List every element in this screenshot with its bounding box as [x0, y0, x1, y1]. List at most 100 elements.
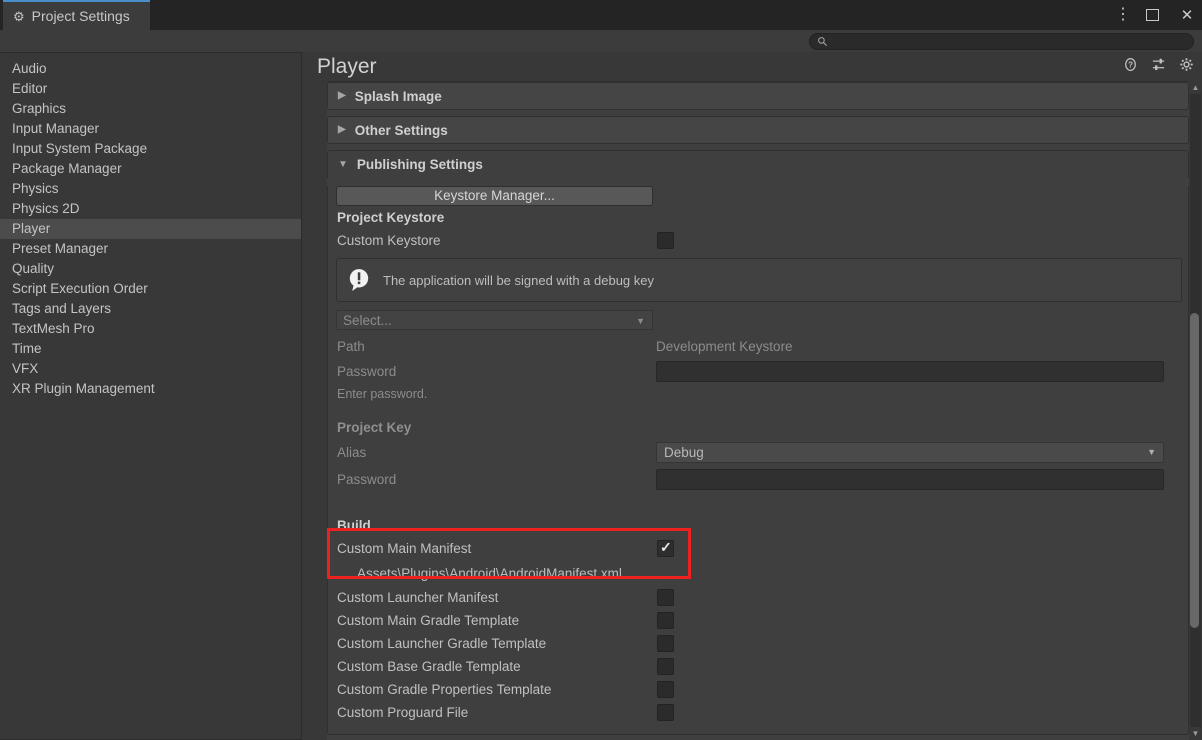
keystore-path-row: Path Development Keystore: [328, 334, 1188, 359]
checkmark-icon: ✓: [660, 539, 672, 555]
custom-proguard-file-row: Custom Proguard File: [328, 701, 1188, 724]
tab-project-settings[interactable]: ⚙ Project Settings: [3, 0, 150, 30]
alias-dropdown[interactable]: Debug ▼: [656, 442, 1164, 463]
gear-icon[interactable]: [1179, 57, 1194, 72]
path-label: Path: [337, 339, 365, 354]
more-options-icon[interactable]: ⋮: [1114, 7, 1132, 23]
svg-text:?: ?: [1128, 61, 1133, 70]
scroll-down-arrow-icon[interactable]: ▼: [1189, 727, 1202, 740]
project-keystore-header: Project Keystore: [337, 210, 445, 225]
gear-icon: ⚙: [13, 8, 25, 24]
keystore-manager-button[interactable]: Keystore Manager...: [336, 186, 653, 206]
sidebar-item-vfx[interactable]: VFX: [0, 359, 301, 379]
page-title: Player: [317, 54, 377, 78]
custom-main-gradle-template-label: Custom Main Gradle Template: [337, 613, 520, 628]
publishing-settings-body: Keystore Manager... Project Keystore Cus…: [327, 186, 1189, 735]
custom-main-manifest-checkbox[interactable]: ✓: [657, 539, 674, 557]
sidebar-item-input-system-package[interactable]: Input System Package: [0, 139, 301, 159]
alias-row: Alias Debug ▼: [328, 440, 1188, 465]
sidebar-item-physics-2d[interactable]: Physics 2D: [0, 199, 301, 219]
custom-launcher-manifest-checkbox[interactable]: [657, 589, 674, 606]
custom-base-gradle-template-checkbox[interactable]: [657, 658, 674, 675]
close-icon[interactable]: ✕: [1178, 8, 1196, 23]
sidebar-item-editor[interactable]: Editor: [0, 79, 301, 99]
custom-launcher-gradle-template-row: Custom Launcher Gradle Template: [328, 632, 1188, 655]
custom-launcher-gradle-template-label: Custom Launcher Gradle Template: [337, 636, 547, 651]
panel-splitter[interactable]: [303, 52, 313, 740]
custom-main-gradle-template-checkbox[interactable]: [657, 612, 674, 629]
info-message: The application will be signed with a de…: [383, 272, 655, 288]
player-settings-pane: Player ? ▶ Splash Image ▶ Other Settings…: [313, 52, 1202, 740]
help-icon[interactable]: ?: [1123, 57, 1138, 72]
sidebar-item-textmesh-pro[interactable]: TextMesh Pro: [0, 319, 301, 339]
custom-proguard-file-label: Custom Proguard File: [337, 705, 469, 720]
scrollbar-thumb[interactable]: [1190, 313, 1199, 628]
debug-key-info-box: The application will be signed with a de…: [336, 258, 1182, 302]
vertical-scrollbar[interactable]: ▲ ▼: [1189, 81, 1202, 740]
custom-main-gradle-template-row: Custom Main Gradle Template: [328, 609, 1188, 632]
custom-launcher-manifest-label: Custom Launcher Manifest: [337, 590, 499, 605]
sidebar-item-script-execution-order[interactable]: Script Execution Order: [0, 279, 301, 299]
alias-value: Debug: [664, 445, 704, 460]
custom-gradle-properties-template-checkbox[interactable]: [657, 681, 674, 698]
chevron-down-icon: ▼: [636, 316, 645, 326]
sidebar-item-time[interactable]: Time: [0, 339, 301, 359]
project-key-header: Project Key: [337, 420, 412, 435]
foldout-other-settings[interactable]: ▶ Other Settings: [327, 116, 1189, 144]
foldout-splash-image[interactable]: ▶ Splash Image: [327, 82, 1189, 110]
inspector-content: ▶ Splash Image ▶ Other Settings ▼ Publis…: [327, 82, 1189, 735]
search-bar-row: [0, 30, 1202, 52]
sidebar-item-tags-and-layers[interactable]: Tags and Layers: [0, 299, 301, 319]
custom-keystore-checkbox[interactable]: [657, 232, 674, 249]
keystore-select-dropdown[interactable]: Select... ▼: [336, 310, 653, 330]
foldout-label: Splash Image: [354, 88, 442, 104]
custom-main-manifest-path: Assets\Plugins\Android\AndroidManifest.x…: [357, 565, 622, 581]
key-password-input[interactable]: [656, 469, 1164, 490]
custom-launcher-manifest-row: Custom Launcher Manifest: [328, 586, 1188, 609]
custom-keystore-row: Custom Keystore: [328, 229, 1188, 252]
sidebar-item-player[interactable]: Player: [0, 219, 301, 239]
foldout-label: Other Settings: [354, 122, 448, 138]
sidebar-item-input-manager[interactable]: Input Manager: [0, 119, 301, 139]
password-hint: Enter password.: [337, 387, 428, 401]
info-exclamation-icon: [349, 269, 369, 291]
gap: [328, 492, 1188, 514]
sidebar-item-preset-manager[interactable]: Preset Manager: [0, 239, 301, 259]
sidebar-item-physics[interactable]: Physics: [0, 179, 301, 199]
title-bar: ⚙ Project Settings ⋮ ✕: [0, 0, 1202, 30]
unity-project-settings-window: ⚙ Project Settings ⋮ ✕ Audio Editor Grap…: [0, 0, 1202, 740]
custom-main-manifest-path-row: Assets\Plugins\Android\AndroidManifest.x…: [328, 560, 1188, 586]
chevron-down-icon: ▼: [1147, 447, 1156, 457]
custom-gradle-properties-template-label: Custom Gradle Properties Template: [337, 682, 552, 697]
sidebar-item-quality[interactable]: Quality: [0, 259, 301, 279]
maximize-button[interactable]: [1146, 9, 1164, 21]
keystore-password-label: Password: [337, 364, 397, 379]
chevron-right-icon: ▶: [338, 124, 346, 135]
sidebar-item-graphics[interactable]: Graphics: [0, 99, 301, 119]
custom-launcher-gradle-template-checkbox[interactable]: [657, 635, 674, 652]
header-icon-group: ?: [1123, 57, 1194, 72]
path-value: Development Keystore: [656, 339, 793, 354]
player-header: Player ?: [313, 52, 1202, 81]
search-field[interactable]: [809, 33, 1194, 50]
key-password-row: Password: [328, 467, 1188, 492]
search-input[interactable]: [828, 35, 1193, 48]
alias-label: Alias: [337, 445, 367, 460]
custom-main-manifest-label: Custom Main Manifest: [337, 541, 472, 556]
settings-category-sidebar[interactable]: Audio Editor Graphics Input Manager Inpu…: [0, 52, 302, 740]
custom-keystore-label: Custom Keystore: [337, 233, 441, 248]
search-icon: [818, 37, 828, 47]
custom-main-manifest-row: Custom Main Manifest ✓: [328, 537, 1188, 560]
keystore-password-input[interactable]: [656, 361, 1164, 382]
scroll-up-arrow-icon[interactable]: ▲: [1189, 81, 1202, 94]
sidebar-item-audio[interactable]: Audio: [0, 59, 301, 79]
chevron-right-icon: ▶: [338, 90, 346, 101]
build-header: Build: [337, 518, 371, 533]
sidebar-item-package-manager[interactable]: Package Manager: [0, 159, 301, 179]
keystore-password-row: Password: [328, 359, 1188, 384]
preset-icon[interactable]: [1151, 57, 1166, 72]
custom-base-gradle-template-label: Custom Base Gradle Template: [337, 659, 521, 674]
foldout-publishing-settings[interactable]: ▼ Publishing Settings: [327, 150, 1189, 178]
sidebar-item-xr-plugin-management[interactable]: XR Plugin Management: [0, 379, 301, 399]
custom-proguard-file-checkbox[interactable]: [657, 704, 674, 721]
